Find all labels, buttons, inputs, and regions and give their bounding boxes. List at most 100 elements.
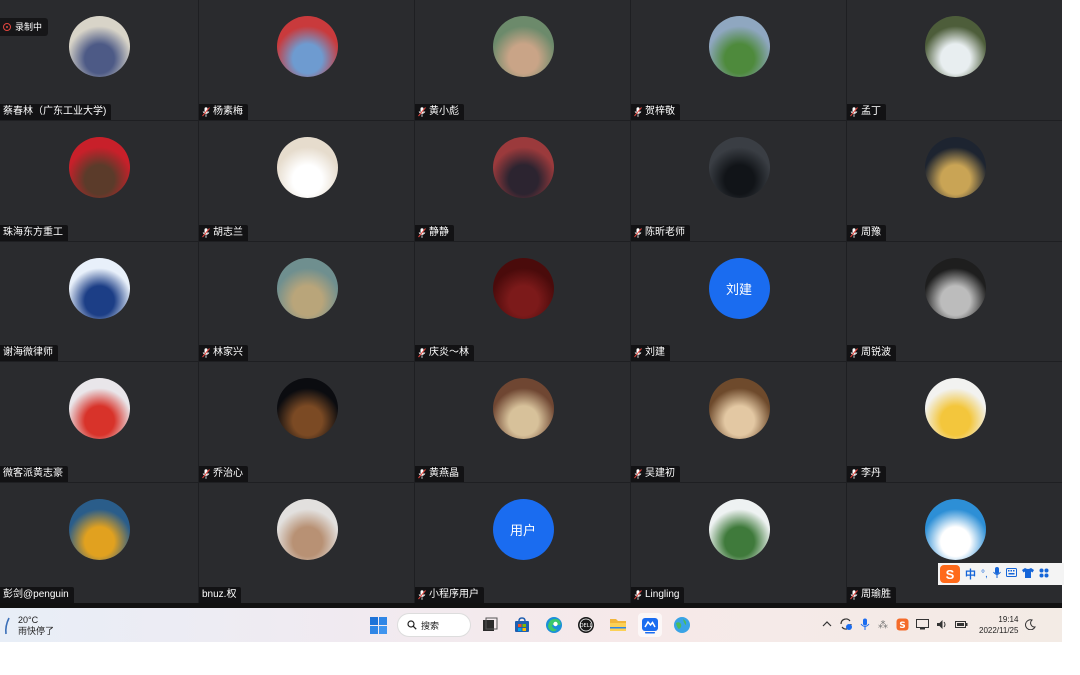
participant-tile[interactable]: 珠海东方重工 [0,120,198,241]
participant-tile[interactable]: 周豫 [847,120,1062,241]
browser-button[interactable] [670,613,694,637]
avatar [924,16,986,77]
participant-name-bar: 吴建初 [631,466,680,483]
participant-name-bar: 庆炎～林 [415,345,474,362]
participant-name: 小程序用户 [429,589,479,600]
participant-tile[interactable]: 周瑜胜 [847,483,1062,603]
participant-name: 吴建初 [645,468,675,480]
participant-tile[interactable]: 谢海微律师 [0,241,198,362]
svg-text:S: S [899,621,905,631]
microphone-tray-icon[interactable] [860,618,870,633]
participant-name-bar: 珠海东方重工 [0,224,68,241]
input-method-tray-icon[interactable]: ⁂ [877,618,889,632]
recording-indicator[interactable]: 录制中 [0,18,49,36]
participant-tile[interactable]: Lingling [631,483,846,603]
mic-muted-icon [202,348,210,359]
participant-name: 周瑜胜 [861,589,891,600]
avatar [924,378,986,440]
mic-muted-icon [418,348,426,359]
dell-button[interactable]: DELL [574,613,598,637]
avatar: 用户 [492,499,554,561]
participant-name-bar: 贺梓敬 [631,103,680,120]
participant-name: Lingling [645,589,680,600]
ime-keyboard-icon[interactable] [1005,568,1017,580]
task-view-button[interactable] [478,613,502,637]
participant-tile[interactable]: 静静 [415,120,630,241]
store-button[interactable] [510,613,534,637]
participant-tile[interactable]: bnuz.权 [199,483,414,603]
avatar [276,136,338,198]
participant-name-bar: 杨素梅 [199,103,248,120]
sogou-logo-icon[interactable]: S [940,565,960,583]
participant-tile[interactable]: 胡志兰 [199,120,414,241]
participant-tile[interactable]: 林家兴 [199,241,414,362]
battery-icon[interactable] [955,619,968,632]
taskbar-search[interactable]: 搜索 [398,614,470,636]
participant-tile[interactable]: 杨素梅 [199,0,414,120]
mic-muted-icon [202,227,210,238]
mic-muted-icon [634,590,642,600]
participant-tile[interactable]: 刘建 刘建 [631,241,846,362]
ime-punct-icon[interactable]: °, [981,569,988,580]
avatar [924,499,986,561]
participant-tile[interactable]: 彭剑@penguin [0,483,198,603]
participant-tile[interactable]: 庆炎～林 [415,241,630,362]
weather-temp: 20°C [18,615,39,625]
participant-name-bar: 小程序用户 [415,587,484,603]
participant-tile[interactable]: 贺梓敬 [631,0,846,120]
meeting-app-button[interactable] [638,613,662,637]
avatar [708,136,770,198]
volume-icon[interactable] [936,619,948,632]
avatar [708,499,770,561]
file-explorer-button[interactable] [606,613,630,637]
participant-name-bar: 微客派黄志豪 [0,466,68,483]
weather-widget[interactable]: 20°C 雨快停了 [4,615,54,637]
search-label: 搜索 [421,620,440,631]
ime-skin-icon[interactable] [1021,567,1034,581]
participant-tile[interactable]: 孟丁 [847,0,1062,120]
ime-mic-icon[interactable] [992,567,1001,581]
rain-icon [5,617,10,635]
search-icon [407,620,417,630]
participant-name: 庆炎～林 [429,347,469,359]
network-icon[interactable] [916,618,929,632]
participant-name-bar: 林家兴 [199,345,248,362]
ime-apps-icon[interactable] [1039,568,1049,581]
participant-tile[interactable]: 陈昕老师 [631,120,846,241]
moon-icon[interactable] [1025,618,1037,632]
sync-icon[interactable] [839,617,853,633]
avatar [69,257,130,319]
edge-button[interactable] [542,613,566,637]
avatar [276,16,338,77]
participant-tile[interactable]: 吴建初 [631,362,846,483]
start-button[interactable] [366,613,390,637]
participant-name: 胡志兰 [213,226,243,238]
chevron-up-icon[interactable] [822,620,832,630]
participant-tile[interactable]: 李丹 [847,362,1062,483]
participant-tile[interactable]: 微客派黄志豪 [0,362,198,483]
meeting-icon [642,618,658,634]
clock[interactable]: 19:14 2022/11/25 [979,614,1018,636]
participant-tile[interactable]: 周锐波 [847,241,1062,362]
mic-muted-icon [850,590,858,600]
participant-name-bar: 静静 [415,224,454,241]
participant-tile[interactable]: 乔治心 [199,362,414,483]
participant-name: 周锐波 [861,347,891,359]
participant-tile[interactable]: 黄燕晶 [415,362,630,483]
clock-time: 19:14 [998,615,1019,624]
participant-tile[interactable]: 用户小程序用户 [415,483,630,603]
participant-name: 静静 [429,226,449,238]
participant-tile[interactable]: 黄小彪 [415,0,630,120]
participant-name-bar: 彭剑@penguin [0,587,74,603]
participant-name-bar: 李丹 [847,466,886,483]
ime-toolbar[interactable]: S 中 °, [938,563,1064,585]
sogou-tray-icon[interactable]: S [896,618,909,633]
participant-name-bar: 胡志兰 [199,224,248,241]
avatar [492,257,554,319]
participant-name-bar: 谢海微律师 [0,345,58,362]
ime-chinese-mode[interactable]: 中 [965,566,976,582]
mic-muted-icon [418,590,426,600]
mic-muted-icon [850,348,858,359]
dell-icon: DELL [578,617,594,633]
participant-name-bar: 周瑜胜 [847,587,896,603]
